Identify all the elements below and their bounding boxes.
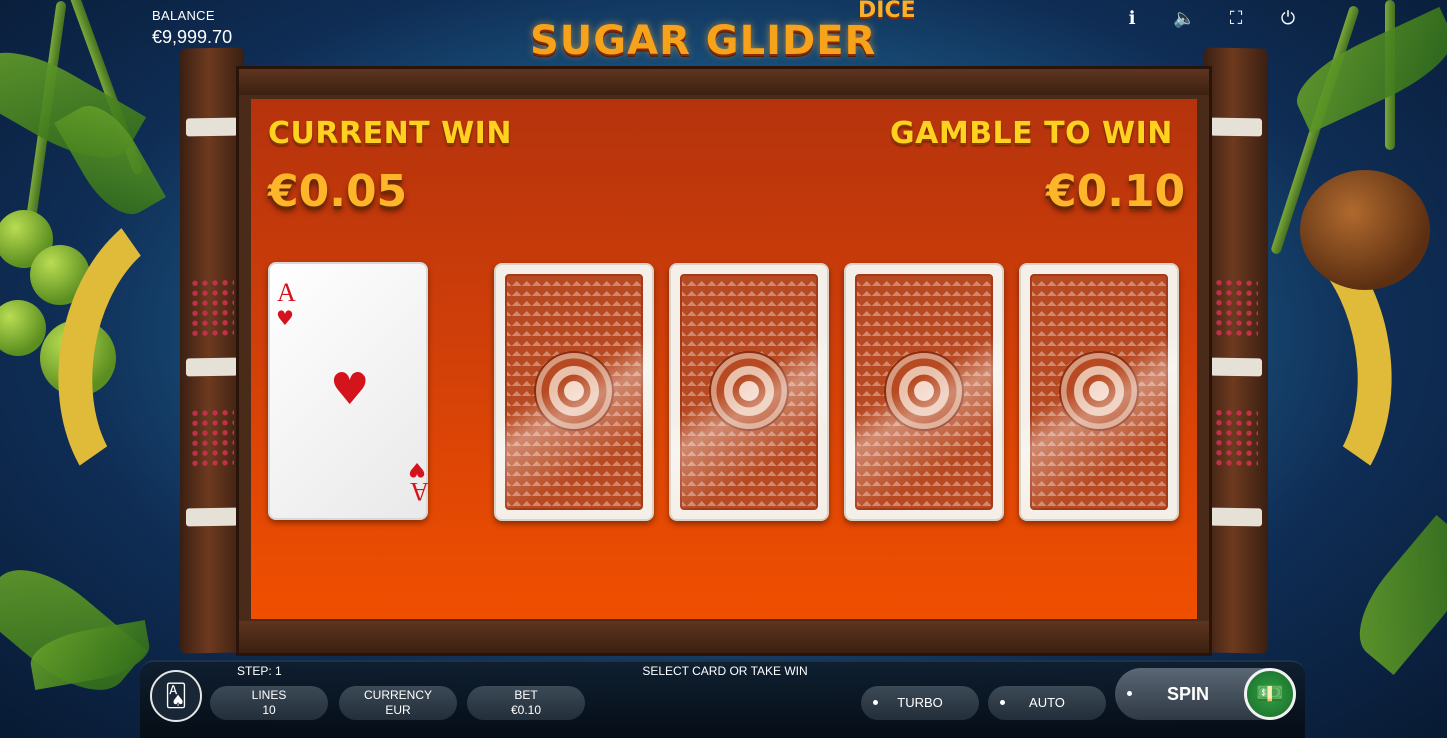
spin-label: SPIN [1167,684,1210,704]
bet-selector[interactable]: BET €0.10 [467,686,585,720]
bottom-control-bar: STEP: 1 SELECT CARD OR TAKE WIN 🂡 LINES … [140,660,1305,738]
cash-stack-icon: 💵 [1256,681,1284,707]
gamble-to-win-value: €0.10 [1046,166,1186,217]
playing-cards-icon: 🂡 [164,683,188,709]
hidden-card-1[interactable] [494,263,654,521]
currency-selector[interactable]: CURRENCY EUR [339,686,457,720]
hidden-card-2[interactable] [669,263,829,521]
gamble-to-win-label: GAMBLE TO WIN [890,116,1173,151]
lines-label: LINES [251,688,287,702]
top-toolbar: ℹ 🔈 ⛶ ⏻ [1121,8,1299,29]
power-icon[interactable]: ⏻ [1277,8,1299,29]
right-totem-pillar [1204,47,1268,654]
auto-label: AUTO [1029,695,1065,710]
gamble-cards-button[interactable]: 🂡 [150,670,202,722]
card-suit-center: ♥ [330,364,370,415]
current-win-value: €0.05 [268,166,408,217]
logo-subtitle: DICE [858,0,916,23]
status-message: SELECT CARD OR TAKE WIN [642,664,808,678]
sound-icon[interactable]: 🔈 [1173,8,1195,29]
current-win-label: CURRENT WIN [268,116,512,151]
gamble-step: STEP: 1 [237,664,282,678]
card-rank-bottom: A [410,477,429,506]
balance-label: BALANCE [152,8,215,23]
fullscreen-icon[interactable]: ⛶ [1225,8,1247,29]
turbo-button[interactable]: TURBO [861,686,979,720]
currency-label: CURRENCY [363,688,432,702]
take-win-button[interactable]: 💵 [1244,668,1296,720]
auto-button[interactable]: AUTO [988,686,1106,720]
currency-value: EUR [385,703,411,717]
turbo-label: TURBO [897,695,943,710]
card-rank-top: A [277,278,296,307]
hidden-card-3[interactable] [844,263,1004,521]
lines-selector[interactable]: LINES 10 [210,686,328,720]
info-icon[interactable]: ℹ [1121,8,1143,29]
bet-label: BET [514,688,538,702]
bet-value: €0.10 [510,703,542,717]
hidden-card-4[interactable] [1019,263,1179,521]
lines-value: 10 [262,703,276,717]
left-totem-pillar [180,47,244,654]
dealer-card: A ♥ ♥ ♥ A [268,262,429,520]
card-suit-top: ♥ [276,306,294,330]
